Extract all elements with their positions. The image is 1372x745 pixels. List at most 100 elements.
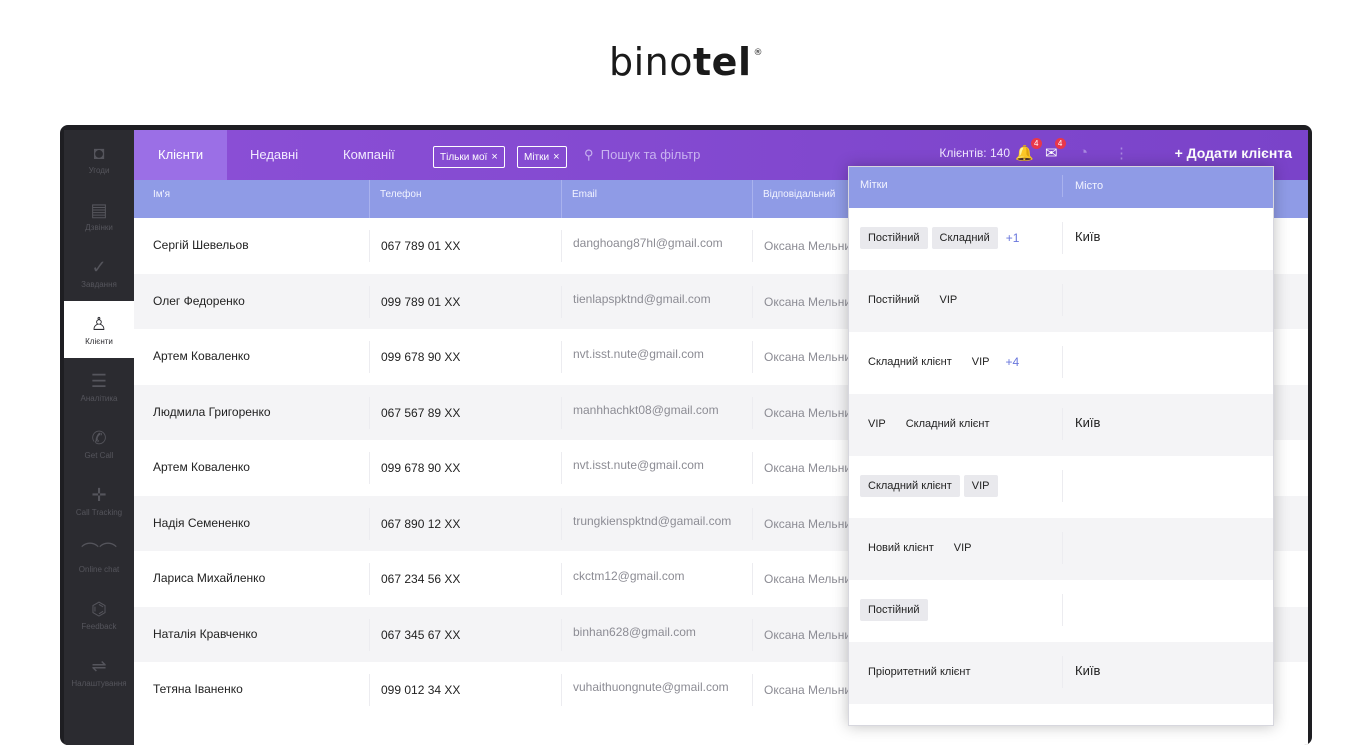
client-city: Київ xyxy=(1062,222,1100,254)
close-icon[interactable]: × xyxy=(491,151,497,163)
settings-icon: ⇌ xyxy=(91,655,107,676)
sidebar-item-label: Дзвінки xyxy=(85,222,113,232)
popup-row[interactable]: Пріоритетний клієнт Київ xyxy=(849,642,1273,704)
popup-row[interactable]: Новий клієнт VIP xyxy=(849,518,1273,580)
sidebar-item[interactable]: ☰ Аналітика xyxy=(64,358,134,415)
tab-clients[interactable]: Клієнти xyxy=(134,130,228,180)
client-name: Олег Федоренко xyxy=(153,293,245,308)
client-name: Надія Семененко xyxy=(153,515,251,530)
close-icon[interactable]: × xyxy=(553,151,559,163)
sidebar-item[interactable]: ♙ Клієнти xyxy=(64,301,134,358)
client-email: danghoang87hl@gmail.com xyxy=(561,230,723,262)
client-city xyxy=(1062,346,1075,378)
messages-badge: 4 xyxy=(1054,138,1066,149)
tag[interactable]: Складний клієнт xyxy=(860,351,960,373)
column-responsible[interactable]: Відповідальний xyxy=(752,180,835,218)
binotel-logo: binotel ® xyxy=(609,40,763,84)
online-chat-icon: ⌒⌒ xyxy=(81,541,117,562)
filter-chip-only-mine[interactable]: Тільки мої × xyxy=(433,146,505,168)
client-city: Київ xyxy=(1062,408,1100,440)
notifications-badge: 4 xyxy=(1030,138,1042,149)
sidebar-item[interactable]: ⌬ Feedback xyxy=(64,586,134,643)
column-phone[interactable]: Телефон xyxy=(369,180,421,218)
popup-row[interactable]: Постійний Складний +1 Київ xyxy=(849,208,1273,270)
client-email: vuhaithuongnute@gmail.com xyxy=(561,674,729,706)
sidebar-item-label: Get Call xyxy=(84,450,114,460)
checkmark-icon: ✓ xyxy=(91,256,107,277)
popup-row[interactable]: Постійний xyxy=(849,580,1273,642)
chip-label: Тільки мої xyxy=(440,152,488,163)
tag[interactable]: VIP xyxy=(860,413,894,435)
sidebar-item-label: Клієнти xyxy=(85,336,113,346)
tab-companies[interactable]: Компанії xyxy=(343,130,395,180)
tag[interactable]: Постійний xyxy=(860,227,928,249)
client-email: ckctm12@gmail.com xyxy=(561,563,685,595)
client-name: Артем Коваленко xyxy=(153,349,250,363)
client-city xyxy=(1062,284,1075,316)
mail-icon[interactable]: ✉ 4 xyxy=(1045,138,1066,162)
sidebar-item[interactable]: ◘ Угоди xyxy=(64,130,134,187)
popup-row[interactable]: VIP Складний клієнт Київ xyxy=(849,394,1273,456)
sidebar-item-label: Call Tracking xyxy=(75,507,123,517)
get-call-icon: ✆ xyxy=(91,427,107,448)
tag[interactable]: Складний xyxy=(931,227,998,249)
tag[interactable]: Постійний xyxy=(860,599,928,621)
client-name: Тетяна Іваненко xyxy=(153,682,243,696)
column-email[interactable]: Email xyxy=(561,180,597,218)
popup-header: Мітки Місто xyxy=(849,167,1273,208)
sidebar-item-label: Угоди xyxy=(88,165,110,175)
column-name[interactable]: Ім'я xyxy=(153,180,170,218)
sidebar-item[interactable]: ✓ Завдання xyxy=(64,244,134,301)
popup-row[interactable]: Постійний VIP xyxy=(849,270,1273,332)
more-tags-link[interactable]: +4 xyxy=(1006,355,1020,369)
sidebar-item[interactable]: ⇌ Налаштування xyxy=(64,643,134,700)
more-tags-link[interactable]: +1 xyxy=(1006,231,1020,245)
search-input[interactable]: ⚲ Пошук та фільтр xyxy=(584,130,700,180)
search-icon: ⚲ xyxy=(584,147,594,162)
tag[interactable]: Постійний xyxy=(860,289,928,311)
sidebar-item[interactable]: ✛ Call Tracking xyxy=(64,472,134,529)
sidebar-item[interactable]: ✆ Get Call xyxy=(64,415,134,472)
client-phone: 099 012 34 XX xyxy=(369,674,460,706)
tag[interactable]: Складний клієнт xyxy=(898,413,998,435)
popup-row[interactable]: Складний клієнт VIP xyxy=(849,456,1273,518)
client-email: tienlapspktnd@gmail.com xyxy=(561,285,711,318)
deals-icon: ◘ xyxy=(93,142,105,163)
client-phone: 067 345 67 XX xyxy=(369,618,460,651)
tag-list: Новий клієнт VIP xyxy=(860,537,984,559)
tag-list: Постійний Складний +1 xyxy=(860,227,1019,249)
client-city xyxy=(1062,470,1075,502)
client-name: Сергій Шевельов xyxy=(153,238,249,252)
filter-chip-tags[interactable]: Мітки × xyxy=(517,146,567,168)
bell-icon[interactable]: 🔔 4 xyxy=(1015,138,1042,162)
tag[interactable]: VIP xyxy=(946,537,980,559)
calls-icon: ▤ xyxy=(90,199,108,220)
sidebar-item-label: Завдання xyxy=(81,279,117,289)
column-tags: Мітки xyxy=(860,179,888,191)
gauge-icon[interactable]: ◔ xyxy=(1079,144,1088,161)
tag-list: Постійний xyxy=(860,599,932,621)
client-phone: 099 789 01 XX xyxy=(369,285,460,318)
client-phone: 067 567 89 XX xyxy=(369,396,460,429)
client-city xyxy=(1062,594,1075,626)
search-placeholder: Пошук та фільтр xyxy=(600,147,701,162)
client-city: Київ xyxy=(1062,656,1100,688)
popup-row[interactable]: Складний клієнт VIP +4 xyxy=(849,332,1273,394)
tag[interactable]: Пріоритетний клієнт xyxy=(860,661,979,683)
tag-list: Постійний VIP xyxy=(860,289,969,311)
client-name: Наталія Кравченко xyxy=(153,626,258,641)
sidebar-item-label: Налаштування xyxy=(71,678,127,688)
tag[interactable]: VIP xyxy=(963,475,998,497)
tag[interactable]: Новий клієнт xyxy=(860,537,942,559)
client-email: nvt.isst.nute@gmail.com xyxy=(561,341,704,373)
tag[interactable]: VIP xyxy=(964,351,998,373)
tag-list: Складний клієнт VIP xyxy=(860,475,1002,497)
client-name: Лариса Михайленко xyxy=(153,571,266,585)
more-vertical-icon[interactable]: ⋮ xyxy=(1114,144,1129,162)
tag[interactable]: Складний клієнт xyxy=(860,475,960,497)
client-phone: 099 678 90 XX xyxy=(369,341,460,373)
sidebar-item[interactable]: ▤ Дзвінки xyxy=(64,187,134,244)
sidebar-item[interactable]: ⌒⌒ Online chat xyxy=(64,529,134,586)
tag[interactable]: VIP xyxy=(932,289,966,311)
tab-recent[interactable]: Недавні xyxy=(250,130,298,180)
